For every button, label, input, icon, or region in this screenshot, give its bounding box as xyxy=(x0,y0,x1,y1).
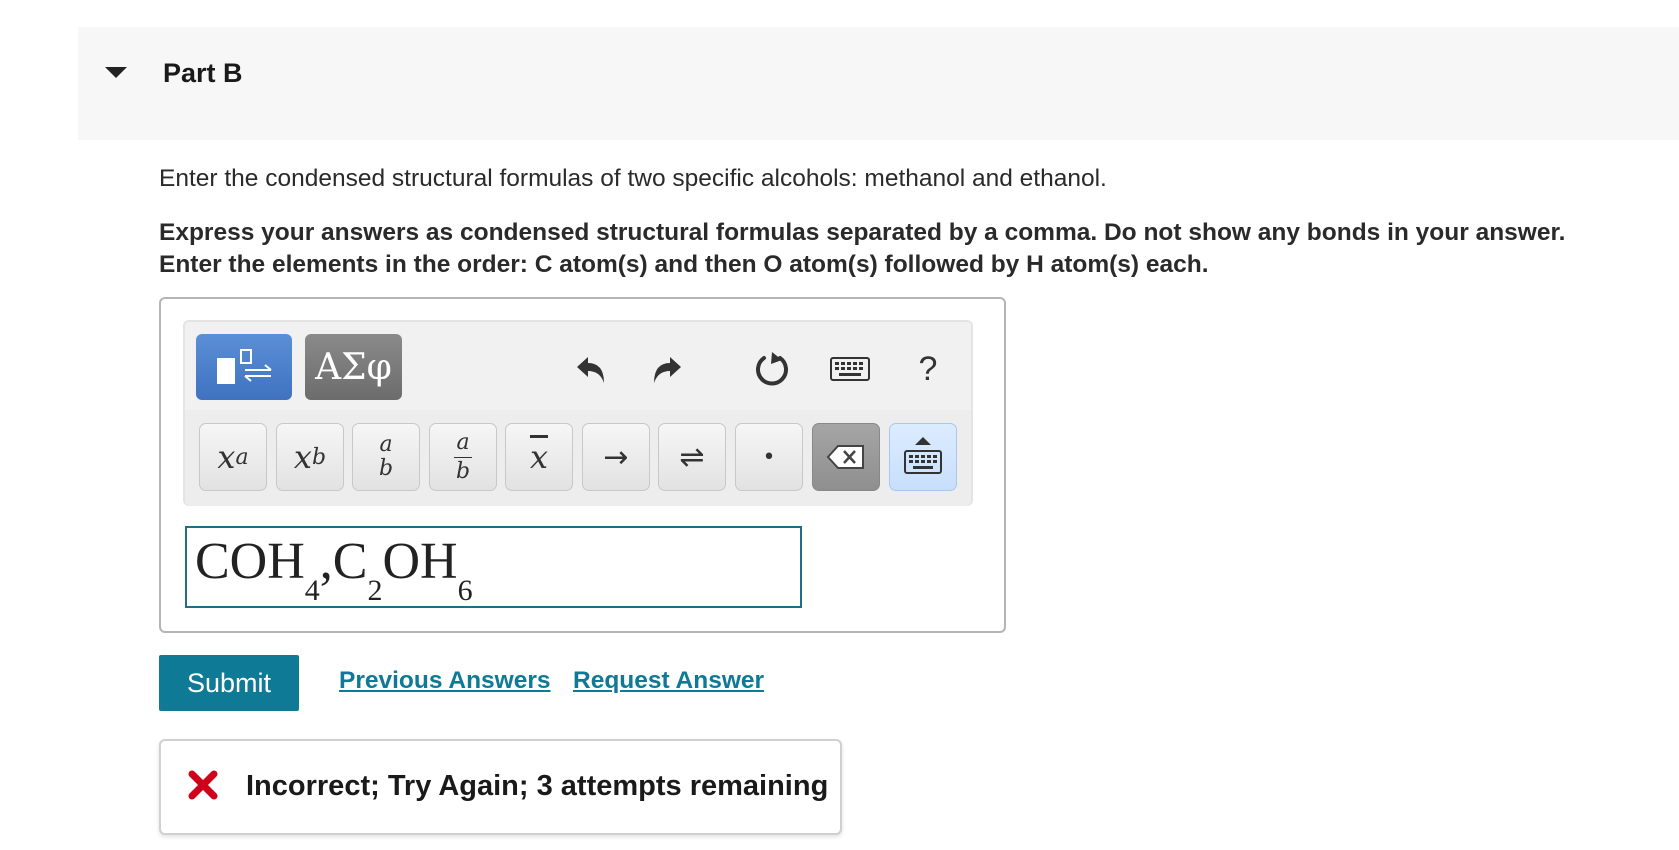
greek-mode-button[interactable]: ΑΣφ xyxy=(305,334,402,400)
previous-answers-link[interactable]: Previous Answers xyxy=(339,667,551,695)
dot-key[interactable]: • xyxy=(735,423,803,491)
answer-part: COH xyxy=(195,533,305,590)
feedback-message: Incorrect; Try Again; 3 attempts remaini… xyxy=(246,770,829,802)
templates-mode-button[interactable] xyxy=(196,334,292,400)
answer-input[interactable]: COH4,C2OH6 xyxy=(185,526,802,608)
fraction-bar-key[interactable]: ab xyxy=(429,423,497,491)
fraction-key[interactable]: ab xyxy=(352,423,420,491)
part-title: Part B xyxy=(163,58,243,88)
overbar-key[interactable]: x xyxy=(505,423,573,491)
equilibrium-key[interactable]: ⇌ xyxy=(658,423,726,491)
redo-icon[interactable] xyxy=(642,348,690,390)
reset-icon[interactable] xyxy=(748,348,796,390)
keyboard-toggle-key[interactable] xyxy=(889,423,957,491)
superscript-key[interactable]: xa xyxy=(199,423,267,491)
incorrect-x-icon xyxy=(188,770,218,800)
arrow-key[interactable]: → xyxy=(582,423,650,491)
question-prompt: Enter the condensed structural formulas … xyxy=(159,165,1107,192)
undo-icon[interactable] xyxy=(568,348,616,390)
keyboard-toggle-icon xyxy=(904,437,942,474)
instruction-line-1: Express your answers as condensed struct… xyxy=(159,219,1566,246)
keyboard-shortcuts-icon[interactable] xyxy=(826,348,874,390)
subscript-key[interactable]: xb xyxy=(276,423,344,491)
question-instructions: Express your answers as condensed struct… xyxy=(159,217,1565,281)
answer-part: OH xyxy=(382,533,458,590)
templates-icon xyxy=(217,349,272,384)
help-button[interactable]: ? xyxy=(904,348,952,390)
request-answer-link[interactable]: Request Answer xyxy=(573,667,764,695)
part-header[interactable] xyxy=(78,27,1679,140)
submit-button[interactable]: Submit xyxy=(159,655,299,711)
backspace-icon xyxy=(826,445,864,469)
answer-part: ,C xyxy=(319,533,368,590)
backspace-key[interactable] xyxy=(812,423,880,491)
instruction-line-2: Enter the elements in the order: C atom(… xyxy=(159,251,1209,278)
caret-down-icon[interactable] xyxy=(105,67,127,78)
